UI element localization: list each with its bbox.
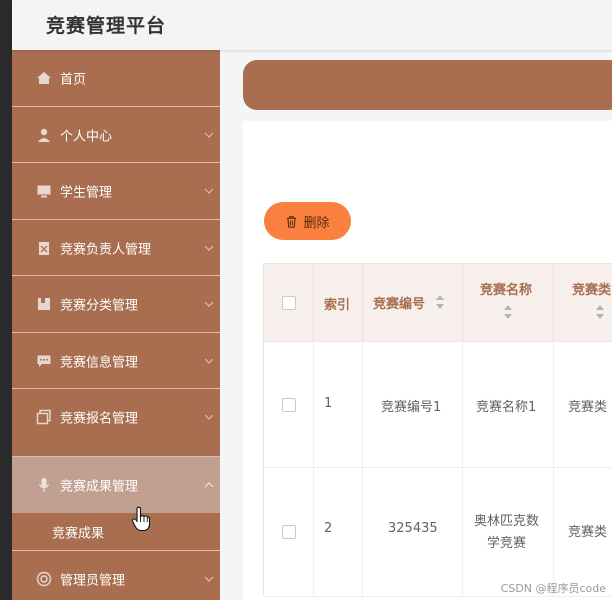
header-category: 竞赛类 xyxy=(572,283,612,298)
cell-name-line2: 学竞赛 xyxy=(487,536,527,551)
header-name: 竞赛名称 xyxy=(480,283,533,298)
sidebar-item-home[interactable]: 首页 xyxy=(12,50,220,107)
select-all-checkbox[interactable] xyxy=(281,295,296,310)
sidebar-item-admins[interactable]: 管理员管理 xyxy=(12,551,220,600)
sidebar-item-label: 竞赛信息管理 xyxy=(60,355,139,370)
table-row: 1 竞赛编号1 竞赛名称1 竞赛类 xyxy=(264,342,612,468)
cell-name: 竞赛名称1 xyxy=(476,400,537,415)
left-edge-strip xyxy=(0,0,12,600)
chevron-up-icon xyxy=(204,482,214,488)
sort-icon[interactable] xyxy=(504,305,512,319)
cell-category: 竞赛类 xyxy=(568,525,608,540)
copy-icon xyxy=(36,409,51,425)
sidebar-item-info[interactable]: 竞赛信息管理 xyxy=(12,333,220,389)
row-checkbox[interactable] xyxy=(281,397,296,412)
sidebar-item-profile[interactable]: 个人中心 xyxy=(12,107,220,163)
submenu-item-label: 竞赛成果 xyxy=(52,526,105,541)
table-row: 2 325435 奥林匹克数 学竞赛 竞赛类 xyxy=(264,468,612,597)
row-checkbox[interactable] xyxy=(281,525,296,539)
cell-index: 1 xyxy=(324,396,333,411)
chevron-down-icon xyxy=(204,245,214,251)
watermark: CSDN @程序员code xyxy=(500,582,606,595)
cell-category: 竞赛类 xyxy=(568,400,608,415)
header-name-cell[interactable]: 竞赛名称 xyxy=(463,264,554,341)
sidebar-item-label: 首页 xyxy=(60,72,87,88)
sidebar-item-label: 竞赛负责人管理 xyxy=(60,242,152,257)
cell-number: 竞赛编号1 xyxy=(381,400,442,415)
clipboard-icon xyxy=(39,241,49,255)
sidebar-item-label: 竞赛报名管理 xyxy=(60,411,139,427)
sidebar-item-students[interactable]: 学生管理 xyxy=(12,163,220,220)
cell-number: 325435 xyxy=(388,521,438,536)
sidebar-item-label: 竞赛成果管理 xyxy=(60,479,139,495)
folder-icon xyxy=(38,298,50,310)
sort-icon[interactable] xyxy=(436,295,444,309)
sidebar-item-label: 管理员管理 xyxy=(60,573,126,589)
chevron-down-icon xyxy=(204,414,214,420)
chevron-down-icon xyxy=(204,132,214,138)
sidebar-item-label: 竞赛分类管理 xyxy=(60,298,139,314)
header-number-cell[interactable]: 竞赛编号 xyxy=(363,264,463,341)
delete-button-label: 删除 xyxy=(303,215,330,231)
sidebar: 首页 个人中心 学生管理 竞赛负责人管理 竞赛分类管理 竞赛信息管理 竞赛报名管… xyxy=(12,50,220,600)
target-icon xyxy=(36,571,52,587)
delete-button[interactable]: 删除 xyxy=(264,202,351,240)
submenu-item-results[interactable]: 竞赛成果 xyxy=(12,513,220,551)
sidebar-item-registration[interactable]: 竞赛报名管理 xyxy=(12,389,220,457)
chat-icon xyxy=(37,355,51,367)
monitor-icon xyxy=(37,185,51,198)
header-number: 竞赛编号 xyxy=(373,297,426,312)
header-index: 索引 xyxy=(324,298,351,313)
mic-icon xyxy=(38,478,50,492)
header-category-cell[interactable]: 竞赛类 xyxy=(554,264,612,341)
data-table: 索引 竞赛编号 竞赛名称 竞赛类 1 竞赛编号1 竞赛名称1 竞赛类 2 325… xyxy=(263,263,612,597)
hand-cursor-icon xyxy=(131,506,151,532)
chevron-down-icon xyxy=(204,301,214,307)
trash-icon xyxy=(287,215,297,228)
app-title: 竞赛管理平台 xyxy=(46,15,167,37)
chevron-down-icon xyxy=(204,188,214,194)
page-header-banner xyxy=(243,60,612,110)
home-icon xyxy=(37,72,51,84)
sidebar-item-leaders[interactable]: 竞赛负责人管理 xyxy=(12,220,220,276)
sidebar-item-results[interactable]: 竞赛成果管理 xyxy=(12,457,220,513)
chevron-down-icon xyxy=(204,358,214,364)
top-bar: 竞赛管理平台 xyxy=(12,0,612,50)
table-header: 索引 竞赛编号 竞赛名称 竞赛类 xyxy=(264,264,612,342)
cell-index: 2 xyxy=(324,521,333,536)
sort-icon[interactable] xyxy=(596,305,604,319)
sidebar-item-label: 学生管理 xyxy=(60,185,113,201)
sidebar-item-label: 个人中心 xyxy=(60,129,113,144)
sidebar-item-categories[interactable]: 竞赛分类管理 xyxy=(12,276,220,333)
cell-name-line1: 奥林匹克数 xyxy=(474,514,540,529)
user-icon xyxy=(38,128,50,142)
chevron-down-icon xyxy=(204,576,214,582)
